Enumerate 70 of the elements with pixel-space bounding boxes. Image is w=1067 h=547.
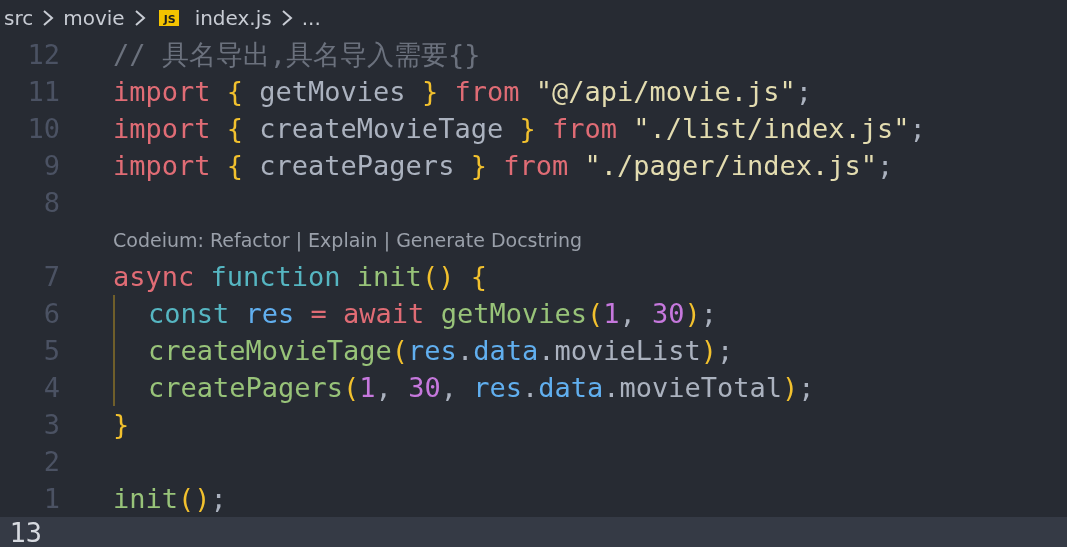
code-token: res bbox=[244, 298, 295, 329]
code-token: init bbox=[113, 483, 179, 514]
code-token: } bbox=[469, 150, 487, 181]
code-token: ( bbox=[391, 335, 409, 366]
code-token: ; bbox=[210, 483, 227, 514]
code-token: getMovies bbox=[258, 76, 406, 107]
code-token: . bbox=[521, 372, 539, 403]
code-token: 1 bbox=[359, 372, 376, 403]
code-token: ; bbox=[909, 113, 926, 144]
codelens-actions[interactable]: Codeium: Refactor | Explain | Generate Docstring bbox=[113, 228, 583, 251]
code-token: import bbox=[113, 113, 211, 144]
code-token: ( bbox=[586, 298, 604, 329]
code-token: 30 bbox=[651, 298, 685, 329]
code-token: 1 bbox=[603, 298, 620, 329]
code-token: } bbox=[420, 76, 439, 107]
code-token: ; bbox=[700, 298, 718, 329]
code-token: const bbox=[148, 298, 230, 329]
code-token: ; bbox=[798, 372, 815, 403]
code-token: "@/api/movie.js" bbox=[534, 76, 796, 107]
code-token: res bbox=[472, 372, 522, 403]
code-token: data bbox=[538, 372, 604, 403]
code-token: } bbox=[113, 409, 130, 440]
code-token: , bbox=[619, 298, 636, 329]
code-token: // 具名导出,具名导入需要{} bbox=[113, 38, 481, 70]
code-token: { bbox=[225, 76, 244, 107]
code-token: async bbox=[113, 261, 195, 292]
code-token: import bbox=[113, 150, 211, 181]
code-token: getMovies bbox=[439, 298, 587, 329]
code-token: init bbox=[355, 261, 422, 292]
code-token: from bbox=[550, 113, 617, 144]
code-token: .movieTotal bbox=[603, 372, 783, 403]
code-token: () bbox=[421, 261, 455, 292]
code-token: createPagers bbox=[258, 150, 455, 181]
code-token: function bbox=[209, 261, 341, 292]
code-token: "./pager/index.js" bbox=[583, 150, 878, 181]
code-token: createMovieTage bbox=[148, 335, 392, 366]
code-token: .movieList bbox=[538, 335, 701, 366]
code-token: ; bbox=[877, 150, 894, 181]
code-token: , bbox=[440, 372, 457, 403]
code-token: from bbox=[453, 76, 520, 107]
code-token: 30 bbox=[407, 372, 441, 403]
code-token: "./list/index.js" bbox=[632, 113, 910, 144]
js-file-icon: JS bbox=[158, 10, 179, 26]
code-token: { bbox=[469, 261, 487, 292]
code-token: ; bbox=[795, 76, 813, 107]
code-token: , bbox=[375, 372, 392, 403]
code-token: import bbox=[113, 76, 211, 107]
code-token: ) bbox=[782, 372, 799, 403]
code-token: await bbox=[342, 298, 425, 329]
line-number: 13 bbox=[8, 517, 42, 547]
code-token: = bbox=[309, 298, 327, 329]
code-token: () bbox=[178, 483, 211, 514]
code-token: ( bbox=[343, 372, 360, 403]
code-token: createMovieTage bbox=[258, 113, 504, 144]
code-token: { bbox=[225, 150, 244, 181]
code-token: data bbox=[473, 335, 539, 366]
chevron-right-icon bbox=[41, 8, 56, 28]
code-token: from bbox=[502, 150, 569, 181]
code-token: } bbox=[518, 113, 536, 144]
code-token: createPagers bbox=[148, 372, 344, 403]
breadcrumb-item[interactable]: index.js bbox=[194, 6, 272, 30]
code-token: ) bbox=[700, 335, 717, 366]
code-token: . bbox=[456, 335, 474, 366]
breadcrumb-item[interactable]: movie bbox=[63, 6, 125, 30]
code-token: res bbox=[408, 335, 457, 366]
code-token: { bbox=[225, 113, 244, 144]
code-token: ; bbox=[717, 335, 734, 366]
breadcrumb-item[interactable]: ... bbox=[301, 6, 321, 30]
breadcrumb-item[interactable]: src bbox=[4, 6, 34, 30]
code-token: ) bbox=[684, 298, 701, 329]
